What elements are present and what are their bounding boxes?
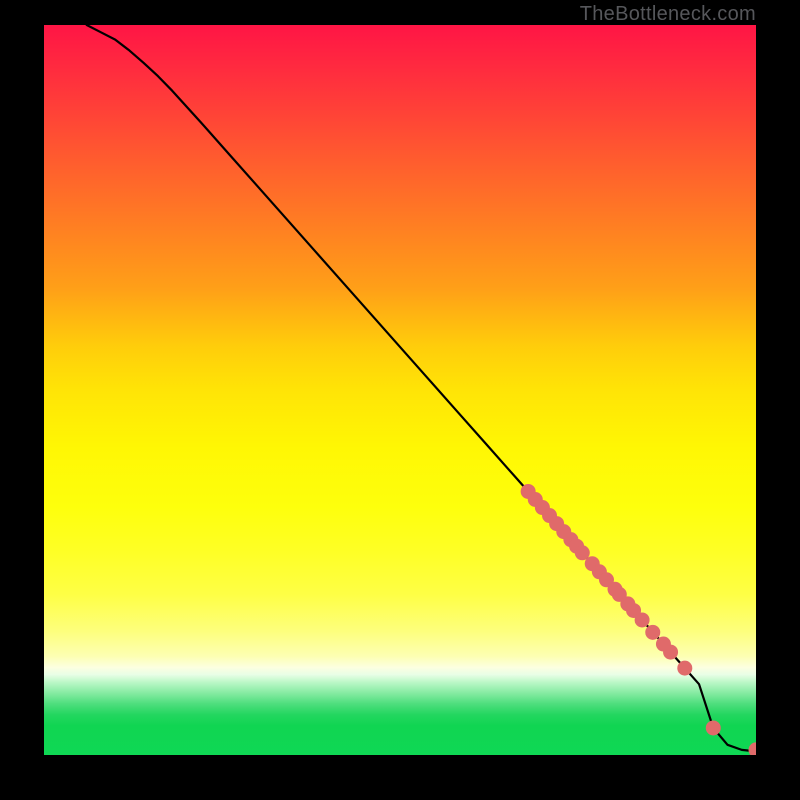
chart-overlay <box>44 25 756 755</box>
marker-dot <box>635 612 650 627</box>
chart-frame: TheBottleneck.com <box>0 0 800 800</box>
plot-area <box>44 25 756 755</box>
marker-dot <box>749 742 757 755</box>
marker-dot <box>706 720 721 735</box>
curve-line <box>87 25 756 751</box>
attribution-label: TheBottleneck.com <box>580 3 756 26</box>
marker-group <box>521 484 756 755</box>
marker-dot <box>677 661 692 676</box>
marker-dot <box>663 645 678 660</box>
marker-dot <box>645 625 660 640</box>
